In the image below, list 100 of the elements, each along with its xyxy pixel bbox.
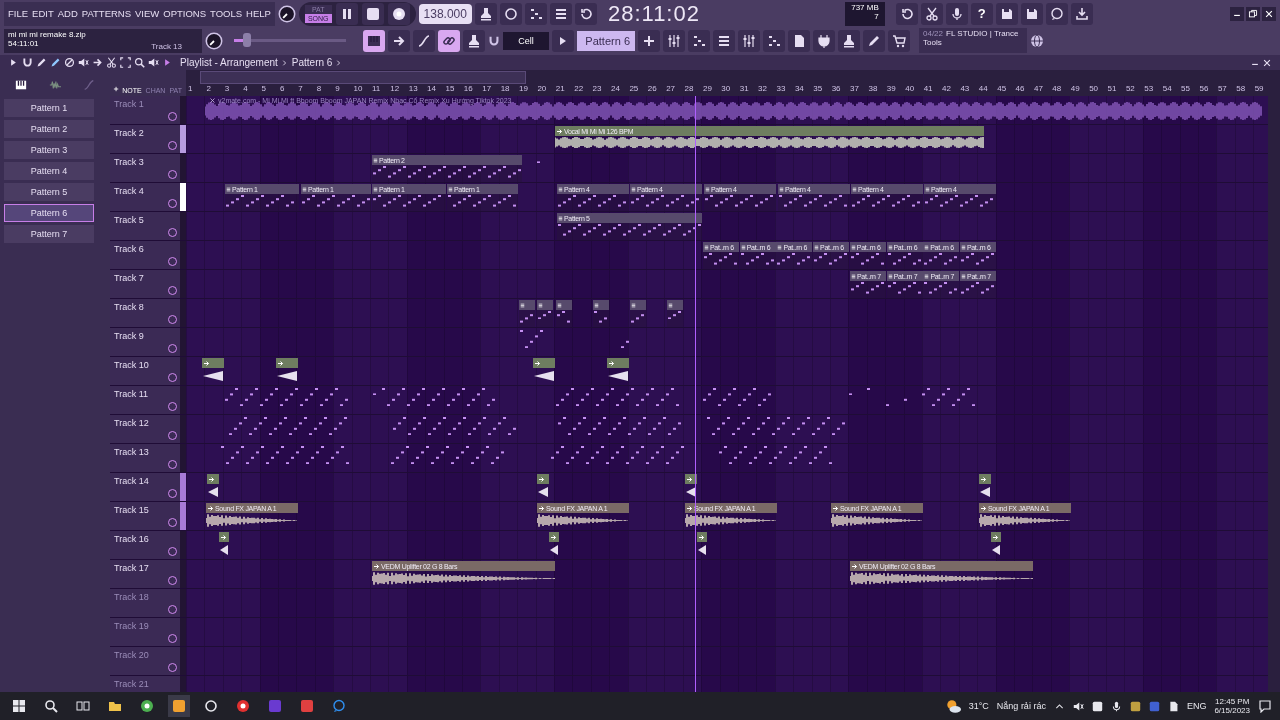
bar-number: 4 [242,84,249,95]
bar-number: 40 [904,84,916,95]
bar-number: 38 [867,84,879,95]
pattern-item[interactable]: Pattern 7 [4,225,94,243]
bar-number: 6 [278,84,286,95]
menu-item[interactable]: HELP [244,8,273,19]
bar-number: 14 [426,84,437,95]
track-name: Track 20 [114,650,149,660]
bar-number: 55 [1180,84,1191,95]
help-button[interactable]: ? [970,2,993,25]
pattern-crumb[interactable]: Pattern 6 [291,57,333,68]
pattern-item[interactable]: Pattern 3 [4,141,94,159]
news-subtitle: Tools [923,38,943,47]
track-name: Track 15 [114,505,149,515]
bar-number: 34 [793,84,805,95]
track-header[interactable]: Track 20 [110,647,180,675]
bar-number: 1 [187,84,194,95]
track-header[interactable]: Track 21 [110,676,180,692]
menu-item[interactable]: EDIT [30,8,56,19]
track-header[interactable]: Track 17 [110,560,180,588]
bar-number: 44 [977,84,989,95]
track-name: Track 2 [114,128,144,138]
menu-item[interactable]: OPTIONS [161,8,209,19]
track-name: Track 7 [114,273,144,283]
track-header[interactable]: Track 11 [110,386,180,414]
bar-number: 20 [536,84,548,95]
track-name: Track 8 [114,302,144,312]
clock-date: 6/15/2023 [1214,706,1250,715]
track-header[interactable]: Track 5 [110,212,180,240]
menu-item[interactable]: VIEW [133,8,162,19]
track-header[interactable]: Track 2 [110,125,180,153]
snap-dropdown[interactable]: Cell [503,31,549,50]
track-name: Track 4 [114,186,144,196]
bar-number: 8 [315,84,323,95]
bar-number: 7 [297,84,304,95]
track-header[interactable]: Track 4 [110,183,180,211]
pattern-item[interactable]: Pattern 2 [4,120,94,138]
bar-number: 47 [1032,84,1044,95]
bar-number: 29 [701,84,713,95]
bar-number: 32 [757,84,768,95]
track-name: Track 14 [114,476,149,486]
menu-item[interactable]: FILE [6,8,31,19]
track-header[interactable]: Track 1 [110,96,180,124]
pattern-item[interactable]: Pattern 5 [4,183,94,201]
track-name: Track 13 [114,447,149,457]
bar-number: 17 [481,84,493,95]
track-header[interactable]: Track 3 [110,154,180,182]
pattern-item[interactable]: Pattern 4 [4,162,94,180]
track-header[interactable]: Track 9 [110,328,180,356]
bar-number: 54 [1161,84,1173,95]
pattern-item[interactable]: Pattern 6 [4,204,94,222]
tempo-display[interactable]: 138.000 [418,3,472,24]
clock-time: 12:45 PM [1215,697,1250,706]
track-name: Track 17 [114,563,149,573]
language-indicator[interactable]: ENG [1186,701,1207,711]
track-header[interactable]: Track 16 [110,531,180,559]
news-panel[interactable]: 04/22 FL STUDIO | Trance Tools [919,28,1027,53]
track-header[interactable]: Track 6 [110,241,180,269]
bar-number: 37 [849,84,860,95]
bar-number: 2 [205,84,212,95]
track-header[interactable]: Track 18 [110,589,180,617]
track-name: Track 9 [114,331,144,341]
track-header[interactable]: Track 7 [110,270,180,298]
bar-number: 50 [1088,84,1100,95]
track-name: Track 19 [114,621,149,631]
weather-text: Nắng rải rác [996,701,1046,711]
bar-number: 57 [1216,84,1228,95]
bar-number: 35 [812,84,824,95]
news-date: 04/22 [923,29,944,38]
bar-number: 23 [591,84,603,95]
pattern-selector[interactable]: Pattern 6 [577,30,635,51]
track-header[interactable]: Track 14 [110,473,180,501]
bar-number: 11 [370,84,382,95]
track-header[interactable]: Track 10 [110,357,180,385]
track-header[interactable]: Track 15 [110,502,180,530]
track-header[interactable]: Track 12 [110,415,180,443]
file-name: mi mi mi remake 8.zip [8,29,86,39]
bar-number: 59 [1253,84,1265,95]
bar-number: 45 [996,84,1008,95]
bar-number: 22 [573,84,585,95]
menu-item[interactable]: PATTERNS [79,8,134,19]
menu-item[interactable]: ADD [55,8,80,19]
bar-number: 53 [1143,84,1155,95]
bar-number: 9 [334,84,341,95]
track-header[interactable]: Track 19 [110,618,180,646]
track-name: Track 10 [114,360,149,370]
bar-number: 3 [223,84,231,95]
bar-number: 30 [720,84,732,95]
bar-number: 46 [1014,84,1026,95]
bar-number: 24 [610,84,621,95]
song-time: 28:11:02 [606,0,701,27]
track-name: Track 16 [114,534,149,544]
pattern-item[interactable]: Pattern 1 [4,99,94,117]
bar-number: 21 [554,84,566,95]
track-header[interactable]: Track 13 [110,444,180,472]
menu-item[interactable]: TOOLS [208,8,245,19]
bar-number: 27 [665,84,677,95]
track-header[interactable]: Track 8 [110,299,180,327]
bar-number: 43 [959,84,971,95]
bar-number: 51 [1106,84,1118,95]
